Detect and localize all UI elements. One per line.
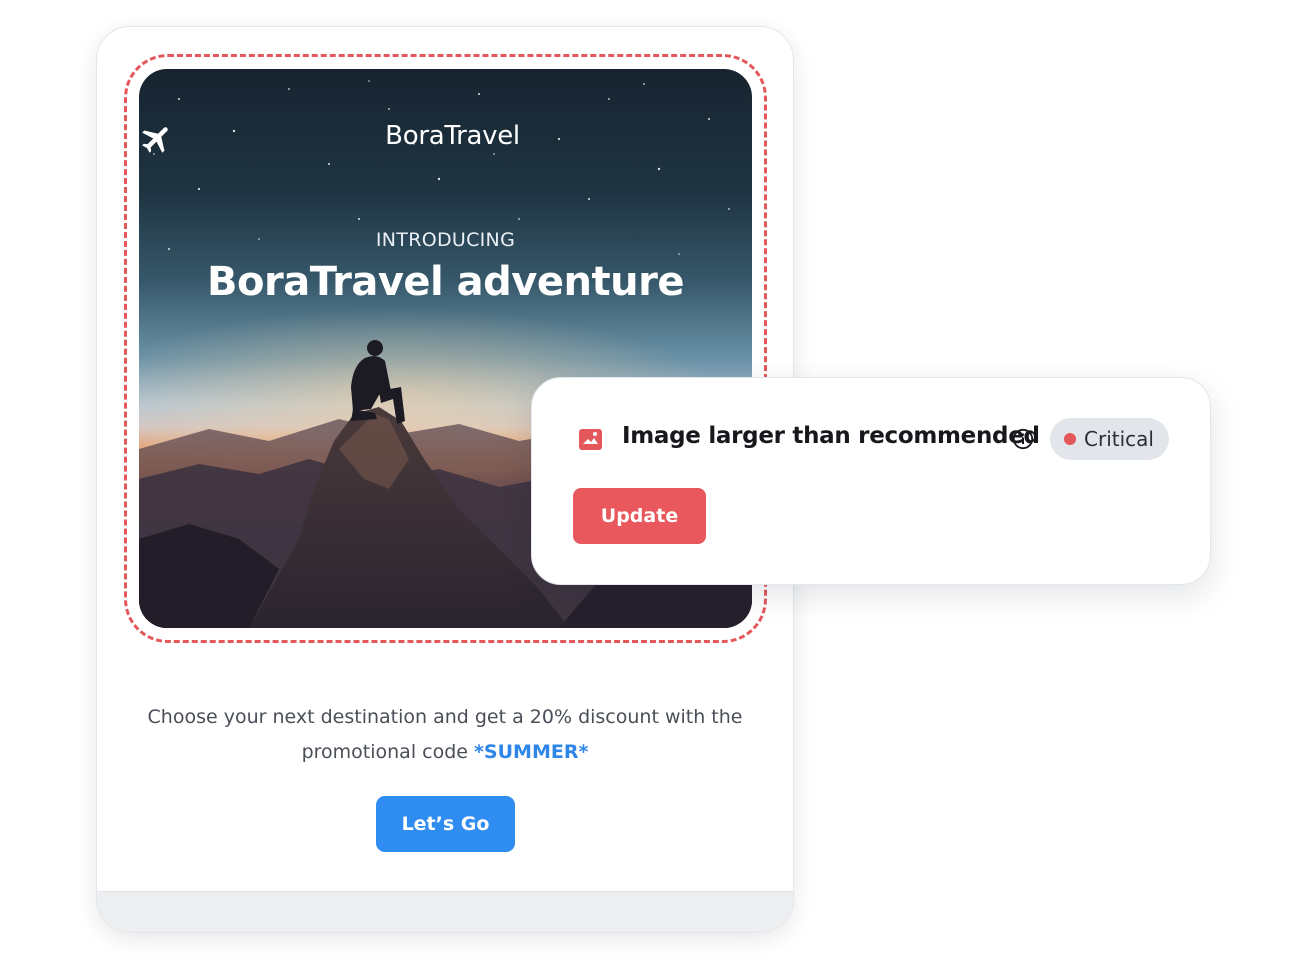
- severity-badge: Critical: [1050, 418, 1169, 460]
- image-warning-icon: [578, 428, 603, 451]
- brand-logo: BoraTravel: [139, 121, 752, 153]
- card-footer: [97, 891, 793, 932]
- promo-body: Choose your next destination and get a 2…: [147, 706, 743, 763]
- status-dot: [1064, 433, 1076, 445]
- alert-title: Image larger than recommended: [622, 423, 1040, 449]
- info-icon[interactable]: [1012, 428, 1034, 450]
- image-warning-card: Image larger than recommended Critical U…: [531, 377, 1211, 585]
- brand-name: BoraTravel: [385, 121, 520, 151]
- lets-go-button[interactable]: Let’s Go: [376, 796, 515, 852]
- hero-title: BoraTravel adventure: [207, 259, 684, 305]
- hero-eyebrow: INTRODUCING: [375, 229, 516, 251]
- promo-text: Choose your next destination and get a 2…: [130, 700, 760, 770]
- update-button[interactable]: Update: [573, 488, 706, 544]
- severity-label: Critical: [1084, 427, 1154, 451]
- promo-code: *SUMMER*: [474, 741, 589, 763]
